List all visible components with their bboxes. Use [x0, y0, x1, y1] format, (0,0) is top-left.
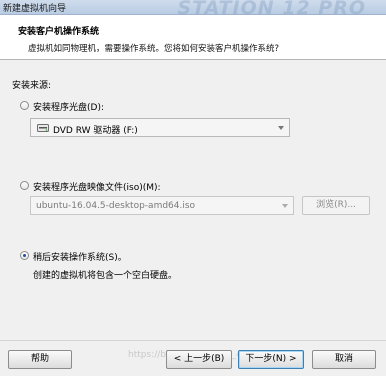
radio-install-later[interactable]: [20, 251, 29, 260]
title-bar: 新建虚拟机向导 STATION 12 PRO: [0, 0, 386, 19]
iso-path-combobox[interactable]: ubuntu-16.04.5-desktop-amd64.iso: [30, 196, 294, 215]
help-button[interactable]: 帮助: [8, 350, 72, 369]
page-title: 安装客户机操作系统: [18, 27, 100, 37]
radio-iso-image[interactable]: [20, 181, 29, 190]
wizard-header: 安装客户机操作系统 虚拟机如同物理机，需要操作系统。您将如何安装客户机操作系统?: [0, 15, 386, 60]
iso-image-label[interactable]: 安装程序光盘映像文件(iso)(M):: [33, 180, 161, 193]
page-subtitle: 虚拟机如同物理机，需要操作系统。您将如何安装客户机操作系统?: [28, 44, 280, 54]
install-source-label: 安装来源:: [12, 81, 52, 91]
chevron-down-icon[interactable]: [278, 126, 284, 130]
drive-select[interactable]: DVD RW 驱动器 (F:): [30, 118, 290, 137]
new-vm-wizard-window: 新建虚拟机向导 STATION 12 PRO 安装客户机操作系统 虚拟机如同物理…: [0, 0, 386, 376]
drive-select-value: DVD RW 驱动器 (F:): [53, 126, 138, 136]
footer-divider: [0, 340, 386, 341]
installer-disc-label[interactable]: 安装程序光盘(D):: [33, 100, 104, 113]
iso-path-value: ubuntu-16.04.5-desktop-amd64.iso: [36, 201, 196, 211]
window-title: 新建虚拟机向导: [3, 4, 67, 14]
browse-button[interactable]: 浏览(R)...: [302, 196, 370, 215]
dvd-drive-icon: [37, 124, 49, 132]
chevron-down-icon[interactable]: [282, 204, 288, 208]
install-later-label[interactable]: 稍后安装操作系统(S)。: [33, 250, 127, 263]
radio-installer-disc[interactable]: [20, 101, 29, 110]
cancel-button[interactable]: 取消: [312, 350, 376, 369]
next-button[interactable]: 下一步(N) >: [238, 350, 304, 369]
back-button[interactable]: < 上一步(B): [166, 350, 232, 369]
install-later-description: 创建的虚拟机将包含一个空白硬盘。: [33, 271, 178, 281]
